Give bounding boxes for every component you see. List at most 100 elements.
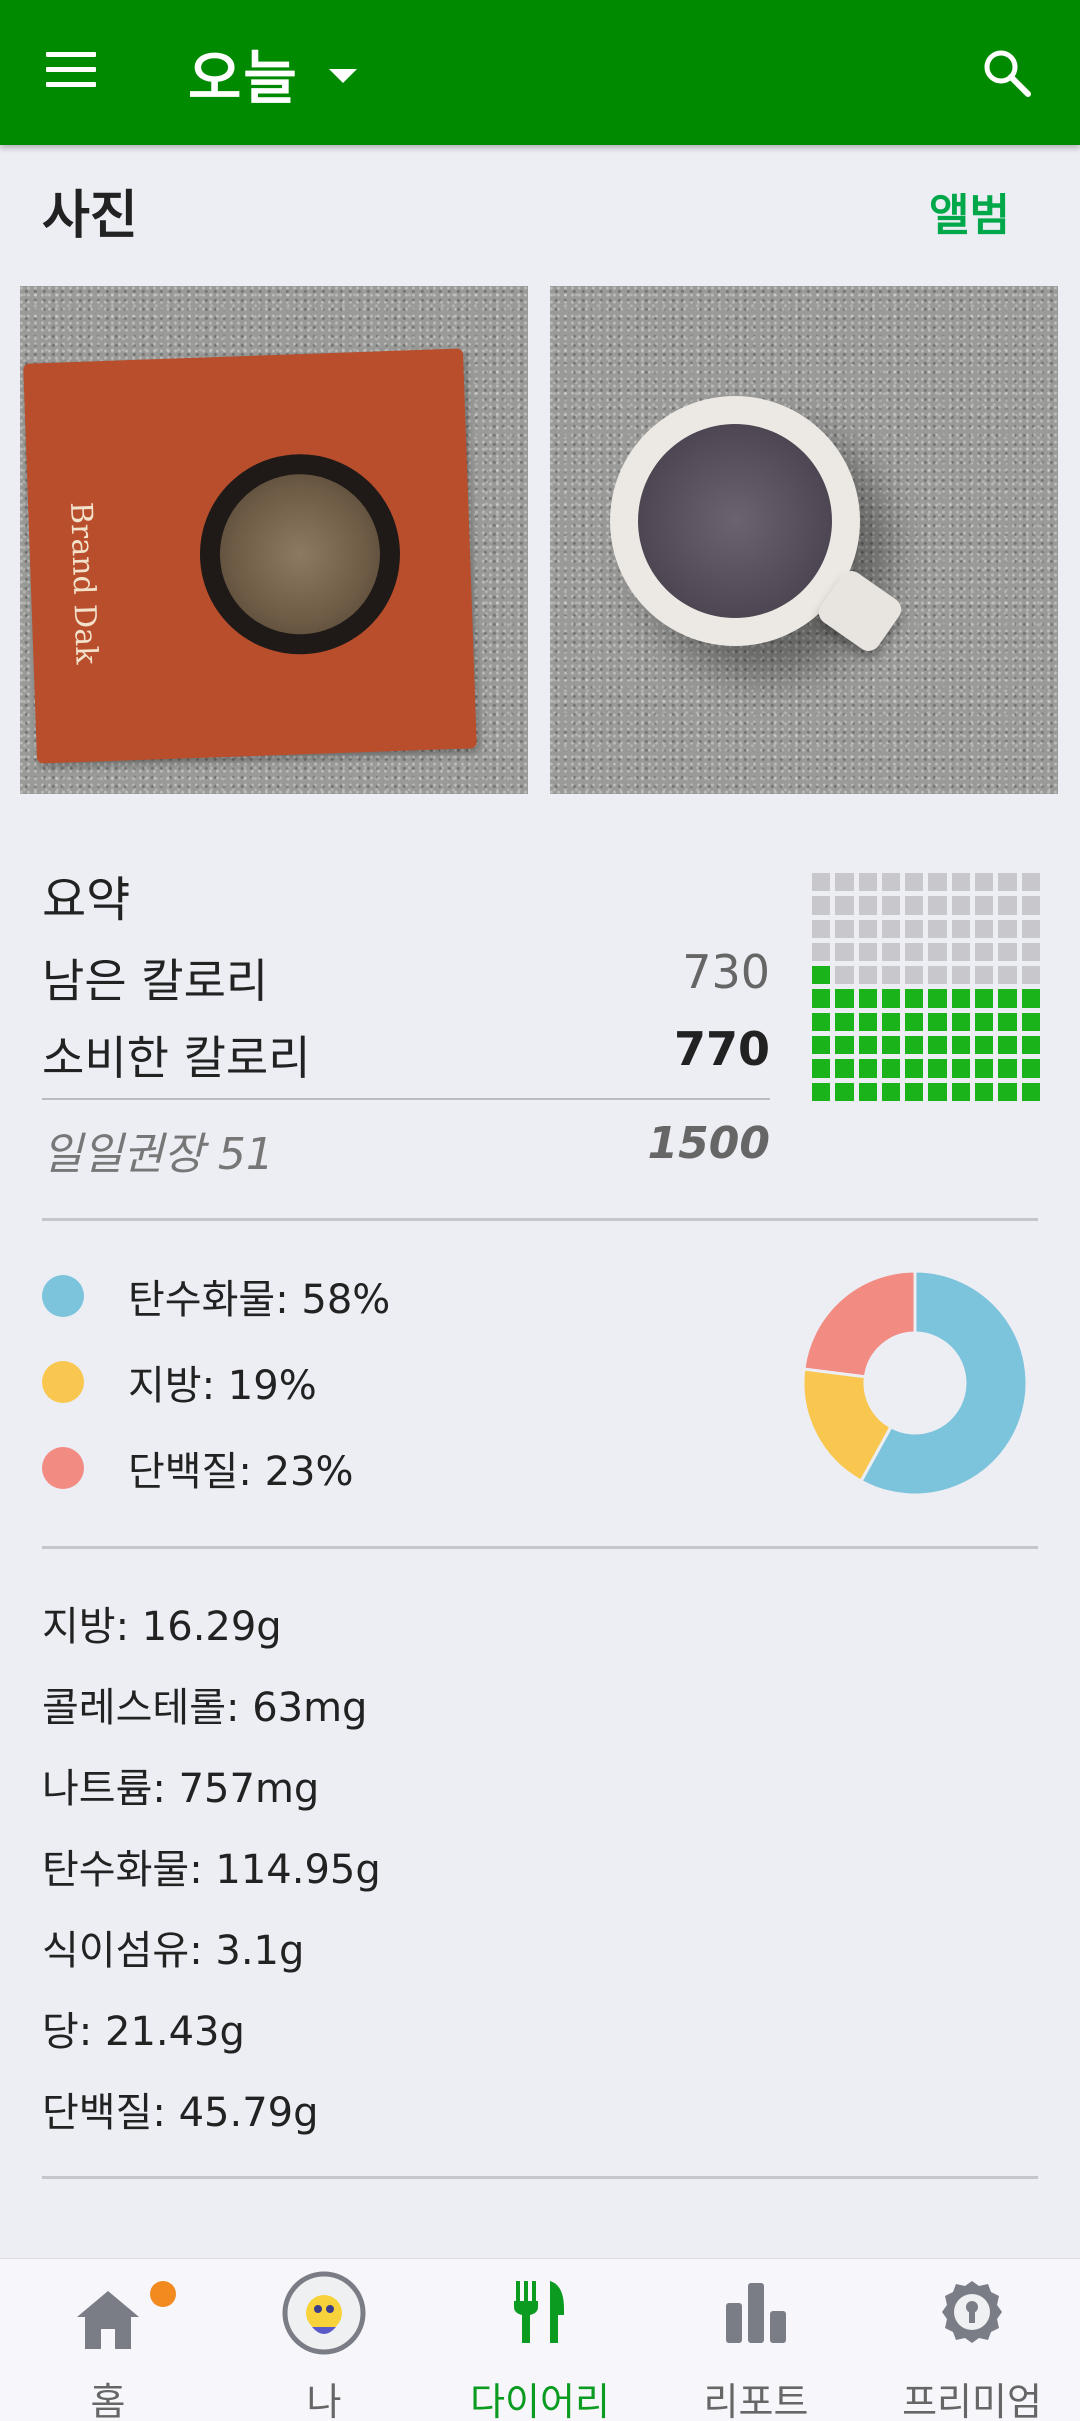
nav-home[interactable]: 홈 <box>0 2259 216 2421</box>
calorie-grid-cell <box>835 1059 854 1078</box>
nutrient-carbs: 탄수화물: 114.95g <box>42 1847 381 1893</box>
fat-color-dot <box>42 1361 84 1403</box>
nutrient-sodium: 나트륨: 757mg <box>42 1766 320 1812</box>
album-link[interactable]: 앨범 <box>929 179 1010 243</box>
app-bar: 오늘 <box>0 0 1080 145</box>
nav-premium[interactable]: 프리미엄 <box>864 2259 1080 2421</box>
nutrient-sugar: 당: 21.43g <box>42 2009 245 2055</box>
calorie-grid-cell <box>998 1059 1017 1078</box>
calorie-grid-cell <box>835 1082 854 1101</box>
consumed-calories-label: 소비한 칼로리 <box>42 1031 311 1085</box>
section-divider <box>42 1546 1038 1549</box>
nav-report[interactable]: 리포트 <box>648 2259 864 2421</box>
macro-protein-label: 단백질: 23% <box>128 1449 354 1495</box>
calorie-grid-cell <box>858 919 877 938</box>
calorie-grid-cell <box>975 989 994 1008</box>
calorie-grid-cell <box>835 1036 854 1055</box>
calorie-grid-cell <box>951 1059 971 1078</box>
calorie-grid-cell <box>881 989 901 1008</box>
calorie-grid-cell <box>881 873 901 892</box>
nav-diary-label: 다이어리 <box>470 2380 610 2421</box>
calorie-grid-cell <box>1021 919 1040 938</box>
nutrient-cholesterol: 콜레스테롤: 63mg <box>42 1685 368 1731</box>
calorie-grid-cell <box>951 1036 971 1055</box>
calorie-grid-cell <box>905 1059 924 1078</box>
calorie-grid-cell <box>951 966 971 985</box>
nav-premium-label: 프리미엄 <box>902 2380 1042 2421</box>
menu-icon[interactable] <box>46 52 96 92</box>
calorie-grid-cell <box>835 919 854 938</box>
section-divider <box>42 2176 1038 2179</box>
mug-image <box>610 396 906 656</box>
calorie-grid-cell <box>858 1059 877 1078</box>
package-brand-text: Brand Dak <box>63 501 104 665</box>
calorie-grid-cell <box>812 942 831 962</box>
food-photo-2[interactable] <box>550 286 1058 794</box>
calorie-grid-cell <box>812 873 831 892</box>
calorie-grid-cell <box>928 989 947 1008</box>
calorie-grid-cell <box>812 966 831 985</box>
calorie-grid-cell <box>881 966 901 985</box>
macro-carbs-label: 탄수화물: 58% <box>128 1277 391 1323</box>
macro-fat-label: 지방: 19% <box>128 1363 317 1409</box>
calorie-grid-cell <box>905 966 924 985</box>
daily-recommended-value: 1500 <box>647 1118 770 1169</box>
calorie-grid-cell <box>905 942 924 962</box>
photos-title: 사진 <box>42 186 138 246</box>
nav-me[interactable]: 나 <box>216 2259 432 2421</box>
nutrient-fat: 지방: 16.29g <box>42 1604 282 1650</box>
calorie-grid-cell <box>905 1012 924 1032</box>
calorie-grid-cell <box>975 1082 994 1101</box>
calorie-grid-cell <box>881 1059 901 1078</box>
calorie-grid-cell <box>928 1059 947 1078</box>
macro-donut-chart <box>801 1269 1029 1497</box>
macro-protein: 단백질: 23% <box>42 1438 354 1498</box>
donut-slice-protein <box>802 1269 917 1379</box>
section-divider <box>42 1218 1038 1221</box>
calorie-grid-cell <box>905 1082 924 1101</box>
nav-report-label: 리포트 <box>703 2380 809 2421</box>
remaining-calories-label: 남은 칼로리 <box>42 954 269 1008</box>
calorie-grid-cell <box>928 919 947 938</box>
calorie-grid-cell <box>951 942 971 962</box>
calorie-grid-cell <box>905 896 924 915</box>
calorie-grid-cell <box>905 1036 924 1055</box>
calorie-grid-cell <box>1021 1036 1040 1055</box>
nutrient-protein: 단백질: 45.79g <box>42 2090 319 2136</box>
protein-color-dot <box>42 1447 84 1489</box>
calorie-grid-cell <box>905 989 924 1008</box>
summary-title: 요약 <box>42 872 131 928</box>
calorie-grid-cell <box>812 896 831 915</box>
calorie-grid-cell <box>1021 966 1040 985</box>
calorie-grid-cell <box>881 1082 901 1101</box>
calorie-grid-cell <box>1021 896 1040 915</box>
calorie-grid-cell <box>951 989 971 1008</box>
calorie-grid-cell <box>1021 873 1040 892</box>
bottom-navigation: 홈 나 다이어리 리포트 프리미엄 <box>0 2258 1080 2421</box>
calorie-grid-cell <box>881 919 901 938</box>
calorie-grid-cell <box>1021 942 1040 962</box>
calorie-grid-cell <box>858 1012 877 1032</box>
search-icon[interactable] <box>980 46 1034 100</box>
nav-me-label: 나 <box>306 2380 342 2421</box>
calorie-grid-cell <box>998 896 1017 915</box>
calorie-grid-cell <box>975 1036 994 1055</box>
calorie-grid-cell <box>858 1036 877 1055</box>
calorie-grid-cell <box>812 1059 831 1078</box>
calorie-grid-cell <box>998 989 1017 1008</box>
calorie-grid-cell <box>998 1036 1017 1055</box>
nutrient-fiber: 식이섬유: 3.1g <box>42 1928 305 1974</box>
food-photo-1[interactable]: Brand Dak <box>20 286 528 794</box>
nav-diary[interactable]: 다이어리 <box>432 2259 648 2421</box>
calorie-grid-cell <box>858 896 877 915</box>
calorie-grid-cell <box>951 873 971 892</box>
calorie-grid-cell <box>928 873 947 892</box>
calorie-grid-cell <box>905 919 924 938</box>
calorie-grid-cell <box>975 942 994 962</box>
consumed-calories-value: 770 <box>673 1022 770 1076</box>
calorie-grid-cell <box>975 919 994 938</box>
date-selector[interactable]: 오늘 <box>188 30 357 116</box>
calorie-grid-cell <box>928 942 947 962</box>
calorie-grid-cell <box>975 966 994 985</box>
calorie-grid-cell <box>998 1012 1017 1032</box>
